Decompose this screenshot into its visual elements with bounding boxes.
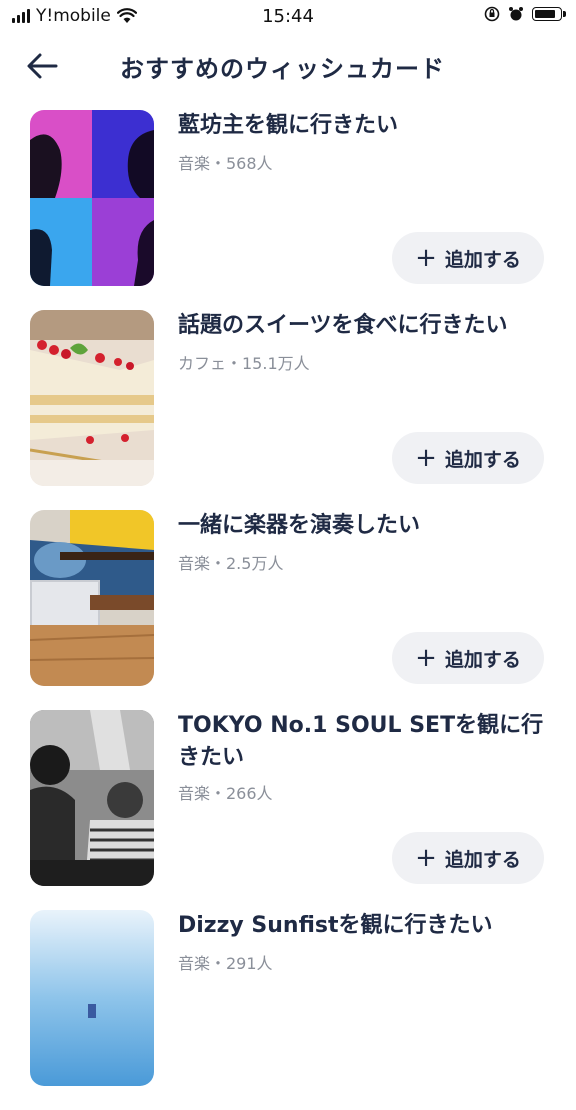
card-meta: 音楽・568人 [178,154,273,173]
card-thumbnail [30,910,154,1086]
card-title: 藍坊主を観に行きたい [178,113,399,138]
rotation-lock-icon [484,6,500,22]
card-title: TOKYO No.1 SOUL SETを観に行きたい [178,713,544,770]
app-header: おすすめのウィッシュカード [0,34,576,94]
plus-icon: + [415,443,437,473]
card-meta: 音楽・266人 [178,784,273,803]
card-title: Dizzy Sunfistを観に行きたい [178,913,493,938]
card-thumbnail [30,310,154,486]
add-button[interactable]: + 追加する [392,432,544,484]
wish-card-item[interactable]: 一緒に楽器を演奏したい 音楽・2.5万人 + 追加する [0,510,576,710]
wish-card-item[interactable]: Dizzy Sunfistを観に行きたい 音楽・291人 [0,910,576,1110]
add-button[interactable]: + 追加する [392,632,544,684]
add-button-label: 追加する [444,648,521,671]
add-button[interactable]: + 追加する [392,232,544,284]
card-thumbnail [30,510,154,686]
card-thumbnail [30,110,154,286]
back-arrow-icon[interactable] [22,46,62,86]
card-title: 話題のスイーツを食べに行きたい [178,313,508,338]
plus-icon: + [415,243,437,273]
plus-icon: + [415,643,437,673]
card-meta: 音楽・291人 [178,954,273,973]
wish-card-item[interactable]: 話題のスイーツを食べに行きたい カフェ・15.1万人 + 追加する [0,310,576,510]
wish-card-item[interactable]: 藍坊主を観に行きたい 音楽・568人 + 追加する [0,110,576,310]
page-title: おすすめのウィッシュカード [120,55,445,83]
alarm-icon [509,7,523,21]
add-button-label: 追加する [444,448,521,471]
status-right [484,6,566,22]
card-title: 一緒に楽器を演奏したい [178,513,421,538]
card-meta: カフェ・15.1万人 [178,354,310,373]
add-button-label: 追加する [444,848,521,871]
add-button[interactable]: + 追加する [392,832,544,884]
status-bar: Y!mobile 15:44 [0,0,576,34]
card-meta: 音楽・2.5万人 [178,554,284,573]
wish-card-item[interactable]: TOKYO No.1 SOUL SETを観に行きたい 音楽・266人 + 追加す… [0,710,576,910]
card-thumbnail [30,710,154,886]
add-button-label: 追加する [444,248,521,271]
battery-icon [532,7,566,21]
plus-icon: + [415,843,437,873]
